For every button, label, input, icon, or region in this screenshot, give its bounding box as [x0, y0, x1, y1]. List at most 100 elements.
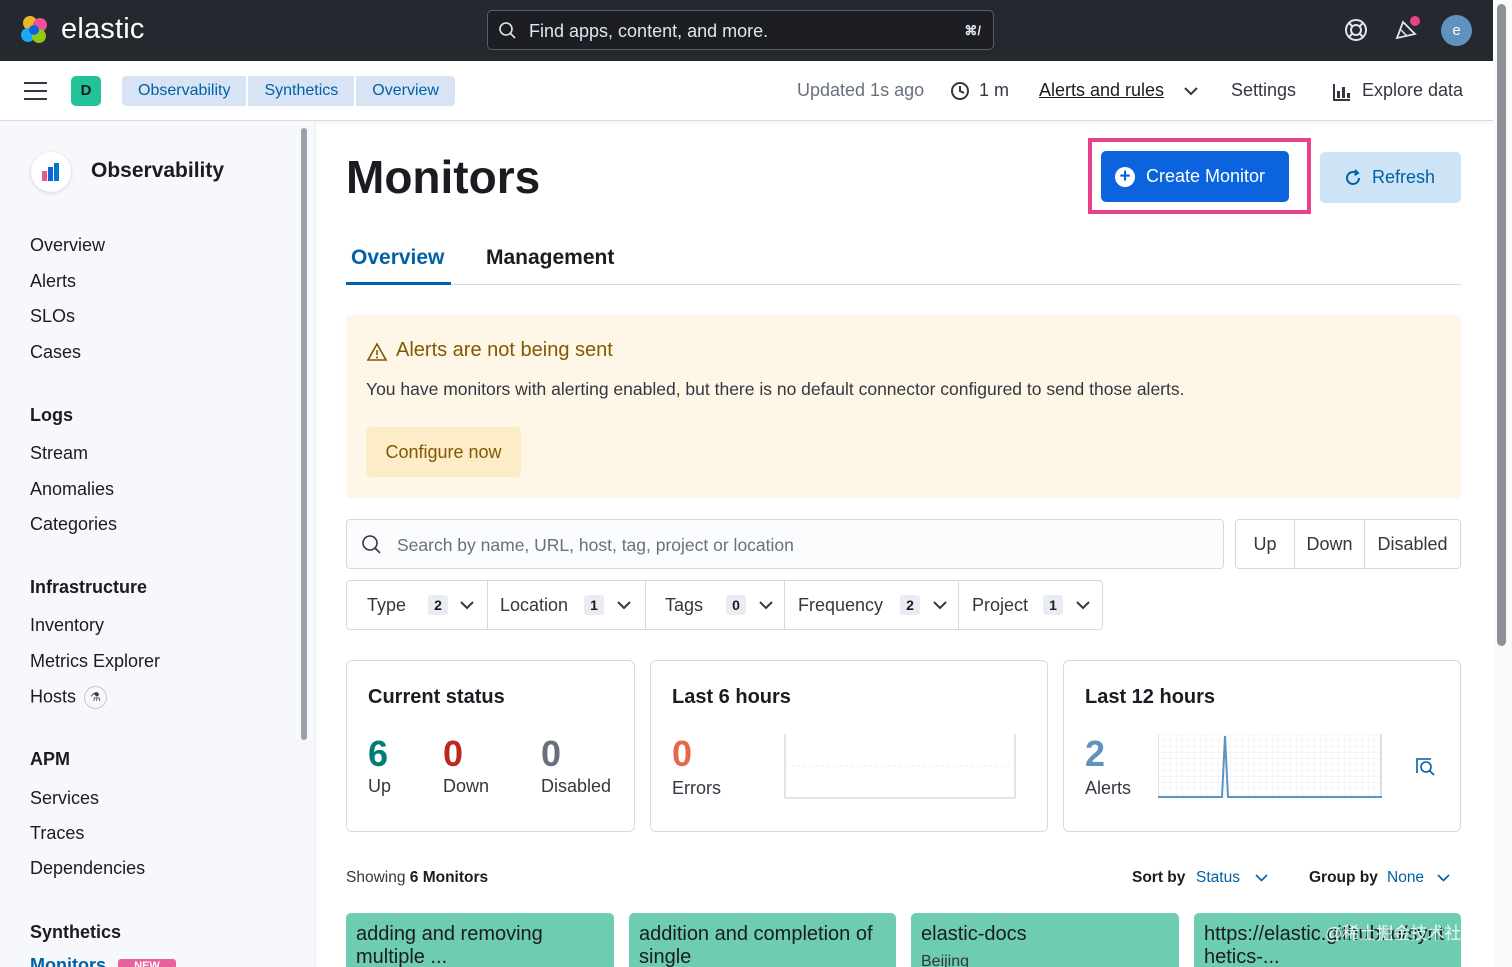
breadcrumb-synthetics[interactable]: Synthetics [248, 76, 355, 106]
sidebar-item-hosts-label: Hosts [30, 686, 77, 707]
group-by-select[interactable]: None [1387, 869, 1424, 887]
main-scrollbar[interactable] [1497, 4, 1506, 646]
alerts-sparkline[interactable] [1158, 734, 1382, 800]
alerts-label: Alerts [1085, 778, 1132, 798]
sidebar-item-hosts[interactable]: Hosts ⚗ [30, 686, 108, 709]
alert-callout: Alerts are not being sent You have monit… [346, 315, 1461, 498]
errors-label: Errors [672, 778, 721, 798]
sidebar-item-inventory[interactable]: Inventory [30, 615, 104, 636]
beta-flask-icon: ⚗ [84, 686, 108, 709]
sidebar-scrollbar[interactable] [301, 128, 307, 740]
breadcrumb: Observability Synthetics Overview [122, 76, 457, 106]
sort-by-select[interactable]: Status [1196, 869, 1240, 887]
watermark: @稀土掘金技术社区 [1325, 924, 1479, 943]
monitor-name: adding and removing multiple ... [356, 923, 543, 967]
explore-data-link[interactable]: Explore data [1362, 80, 1463, 101]
chevron-down-icon[interactable] [1437, 873, 1450, 883]
inspect-icon[interactable] [1414, 756, 1436, 778]
monitor-name: addition and completion of single [639, 923, 873, 967]
plus-icon: + [1115, 167, 1135, 187]
filter-project[interactable]: Project 1 [959, 581, 1102, 629]
sidebar-item-stream[interactable]: Stream [30, 443, 88, 464]
monitor-card[interactable]: addition and completion of single [629, 913, 896, 967]
callout-title: Alerts are not being sent [396, 339, 613, 361]
errors-sparkline[interactable] [784, 734, 1016, 800]
space-selector[interactable]: D [71, 76, 101, 106]
search-icon [362, 535, 381, 554]
sidebar-group-synthetics: Synthetics [30, 922, 122, 942]
monitor-search-input[interactable]: Search by name, URL, host, tag, project … [346, 519, 1224, 569]
search-shortcut: ⌘/ [964, 23, 981, 38]
breadcrumb-bar: D Observability Synthetics Overview Upda… [0, 61, 1493, 121]
auto-refresh-icon[interactable] [949, 80, 971, 102]
status-disabled-button[interactable]: Disabled [1365, 520, 1460, 568]
create-monitor-button[interactable]: + Create Monitor [1101, 151, 1289, 202]
chevron-down-icon [617, 601, 631, 610]
elastic-logo-icon[interactable] [18, 13, 52, 47]
menu-toggle-icon[interactable] [24, 82, 47, 100]
newsfeed-icon[interactable] [1391, 14, 1423, 46]
filter-location-label: Location [500, 595, 569, 615]
filter-tags[interactable]: Tags 0 [646, 581, 785, 629]
chevron-down-icon [460, 601, 474, 610]
sidebar-group-logs: Logs [30, 405, 73, 425]
monitor-location: Beijing [921, 953, 970, 967]
monitor-card[interactable]: elastic-docs Beijing [911, 913, 1179, 967]
sidebar-title: Observability [91, 159, 225, 182]
status-up-button[interactable]: Up [1236, 520, 1295, 568]
chevron-down-icon [1076, 601, 1090, 610]
configure-now-button[interactable]: Configure now [366, 427, 521, 477]
status-filter-group: Up Down Disabled [1235, 519, 1461, 569]
showing-value: 6 Monitors [409, 869, 489, 886]
sidebar-group-infrastructure: Infrastructure [30, 577, 148, 597]
breadcrumb-overview[interactable]: Overview [356, 76, 455, 106]
sidebar-item-anomalies[interactable]: Anomalies [30, 479, 114, 500]
alerts-rules-menu[interactable]: Alerts and rules [1039, 80, 1164, 101]
showing-count: Showing 6 Monitors [346, 869, 488, 887]
sidebar-item-overview[interactable]: Overview [30, 235, 105, 256]
refresh-interval[interactable]: 1 m [979, 80, 1009, 101]
help-icon[interactable] [1340, 14, 1372, 46]
last-6-hours-card: Last 6 hours 0 Errors [650, 660, 1048, 832]
global-search[interactable]: Find apps, content, and more. ⌘/ [487, 10, 994, 50]
refresh-button[interactable]: Refresh [1320, 152, 1461, 203]
search-placeholder: Search by name, URL, host, tag, project … [397, 535, 794, 555]
filter-location[interactable]: Location 1 [488, 581, 646, 629]
brand-name[interactable]: elastic [61, 13, 145, 46]
user-avatar[interactable]: e [1441, 15, 1472, 46]
last-6-hours-title: Last 6 hours [672, 686, 791, 708]
filter-frequency[interactable]: Frequency 2 [785, 581, 959, 629]
sidebar-item-categories[interactable]: Categories [30, 514, 117, 535]
callout-body: You have monitors with alerting enabled,… [366, 379, 1185, 399]
filter-tags-count: 0 [726, 595, 746, 615]
monitor-name: elastic-docs [921, 923, 1027, 945]
filter-project-count: 1 [1043, 595, 1063, 615]
errors-count: 0 [672, 733, 693, 774]
sidebar-item-cases[interactable]: Cases [30, 342, 81, 363]
chevron-down-icon[interactable] [1183, 85, 1199, 97]
up-count: 6 [368, 733, 389, 774]
sidebar-item-traces[interactable]: Traces [30, 823, 84, 844]
showing-prefix: Showing [346, 869, 406, 886]
sidebar-item-services[interactable]: Services [30, 788, 99, 809]
sidebar-item-dependencies[interactable]: Dependencies [30, 858, 145, 879]
filter-type[interactable]: Type 2 [347, 581, 488, 629]
monitor-card[interactable]: adding and removing multiple ... [346, 913, 614, 967]
tab-overview[interactable]: Overview [351, 246, 444, 270]
sidebar-item-metrics-explorer[interactable]: Metrics Explorer [30, 651, 160, 672]
chevron-down-icon[interactable] [1255, 873, 1268, 883]
chevron-down-icon [933, 601, 947, 610]
sort-by-label: Sort by [1132, 869, 1186, 886]
settings-link[interactable]: Settings [1231, 80, 1296, 101]
alerts-count: 2 [1085, 733, 1106, 774]
breadcrumb-observability[interactable]: Observability [122, 76, 247, 106]
new-badge: NEW [118, 959, 176, 967]
filter-frequency-label: Frequency [798, 595, 884, 615]
sidebar-item-monitors[interactable]: Monitors [30, 955, 106, 967]
sidebar-item-alerts[interactable]: Alerts [30, 271, 76, 292]
chart-icon [1333, 84, 1350, 101]
last-12-hours-card: Last 12 hours 2 Alerts [1063, 660, 1461, 832]
tab-management[interactable]: Management [486, 246, 614, 270]
status-down-button[interactable]: Down [1295, 520, 1365, 568]
sidebar-item-slos[interactable]: SLOs [30, 306, 75, 327]
